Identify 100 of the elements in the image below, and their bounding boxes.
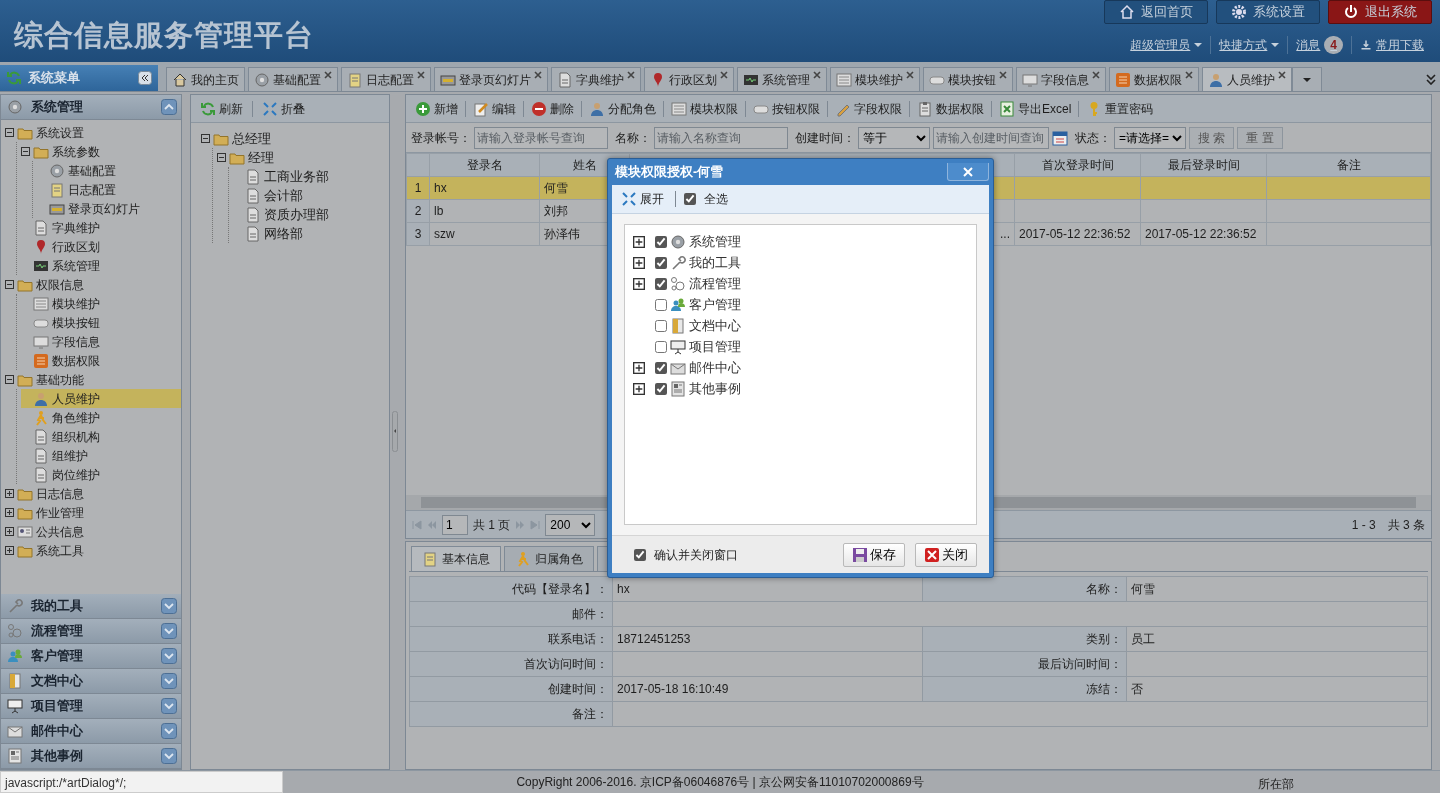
tree-item[interactable]: 基础功能 <box>5 370 181 389</box>
tree-toggle[interactable] <box>5 546 14 555</box>
tab[interactable]: 行政区划 <box>644 67 734 91</box>
tab[interactable]: 字典维护 <box>551 67 641 91</box>
header-link[interactable]: 快捷方式 <box>1210 36 1288 54</box>
checkbox[interactable] <box>655 340 667 353</box>
accordion-header[interactable]: 其他事例 <box>1 744 181 769</box>
toolbar-button[interactable]: 按钮权限 <box>750 99 823 118</box>
expand-icon[interactable] <box>161 698 177 714</box>
messages-link[interactable]: 消息 4 <box>1287 36 1351 54</box>
tab[interactable]: 基础配置 <box>248 67 338 91</box>
tab[interactable]: 我的主页 <box>166 67 245 91</box>
tree-toggle[interactable] <box>21 147 30 156</box>
tree-item[interactable]: 我的工具 <box>633 252 976 273</box>
checkbox[interactable] <box>655 256 667 269</box>
tree-toggle[interactable] <box>5 508 14 517</box>
tree-item[interactable]: 登录页幻灯片 <box>37 199 181 218</box>
tree-item[interactable]: 数据权限 <box>21 351 181 370</box>
tree-toggle[interactable] <box>633 382 645 395</box>
tree-item[interactable]: 资质办理部 <box>233 205 389 224</box>
tree-toggle[interactable] <box>217 153 226 162</box>
toolbar-button[interactable]: 模块权限 <box>668 99 741 118</box>
tree-item[interactable]: 作业管理 <box>5 503 181 522</box>
input-field[interactable]: 请输入名称查询 <box>654 126 788 149</box>
toolbar-button[interactable]: 分配角色 <box>586 99 659 118</box>
tab[interactable]: 数据权限 <box>1109 67 1199 91</box>
tree-toggle[interactable] <box>633 235 645 248</box>
accordion-header[interactable]: 我的工具 <box>1 594 181 619</box>
tab[interactable]: 登录页幻灯片 <box>434 67 548 91</box>
tab[interactable]: 模块按钮 <box>923 67 1013 91</box>
checkbox[interactable] <box>655 235 667 248</box>
filter-button[interactable]: 重 置 <box>1237 126 1283 149</box>
close-icon[interactable] <box>534 71 542 79</box>
toolbar-button[interactable]: 新增 <box>412 99 461 118</box>
tree-item[interactable]: 字段信息 <box>21 332 181 351</box>
tree-item[interactable]: 系统管理 <box>21 256 181 275</box>
header-link[interactable]: 超级管理员 <box>1122 36 1211 54</box>
input-field[interactable]: 请输入登录帐号查询 <box>474 126 608 149</box>
tree-item[interactable]: 公共信息 <box>5 522 181 541</box>
tab[interactable]: 模块维护 <box>830 67 920 91</box>
close-icon[interactable] <box>999 71 1007 79</box>
checkbox[interactable] <box>655 319 667 332</box>
close-button[interactable] <box>947 163 989 181</box>
tree-item[interactable]: 会计部 <box>233 186 389 205</box>
tree-item[interactable]: 权限信息 <box>5 275 181 294</box>
accordion-header[interactable]: 系统管理 <box>1 95 181 120</box>
tree-toggle[interactable] <box>633 256 645 269</box>
close-icon[interactable] <box>1278 71 1286 79</box>
tree-item[interactable]: 日志配置 <box>37 180 181 199</box>
column-header[interactable]: 登录名 <box>429 153 540 177</box>
save-button[interactable]: 保存 <box>843 542 905 567</box>
close-icon[interactable] <box>813 71 821 79</box>
tree-item[interactable]: 基础配置 <box>37 161 181 180</box>
tree-item[interactable]: 人员维护 <box>21 389 181 408</box>
tree-item[interactable]: 模块按钮 <box>21 313 181 332</box>
toolbar-button[interactable]: 导出Excel <box>996 99 1075 118</box>
checkbox[interactable] <box>655 277 667 290</box>
logout-button[interactable]: 退出系统 <box>1328 0 1432 24</box>
input-field[interactable]: 请输入创建时间查询 <box>933 126 1049 149</box>
page-input[interactable]: 1 <box>442 514 468 535</box>
tree-item[interactable]: 文档中心 <box>633 315 976 336</box>
close-icon[interactable] <box>324 71 332 79</box>
column-header[interactable]: 最后登录时间 <box>1140 153 1267 177</box>
toolbar-button[interactable]: 重置密码 <box>1083 99 1157 118</box>
filter-button[interactable]: 搜 索 <box>1189 126 1235 149</box>
page-size-select[interactable]: 200 <box>545 513 596 536</box>
tree-toggle[interactable] <box>5 280 14 289</box>
tree-item[interactable]: 总经理 <box>201 129 389 148</box>
tab[interactable]: 人员维护 <box>1202 67 1292 91</box>
close-icon[interactable] <box>417 71 425 79</box>
tab-list-button[interactable] <box>1292 67 1322 91</box>
tree-item[interactable]: 角色维护 <box>21 408 181 427</box>
tree-item[interactable]: 组维护 <box>21 446 181 465</box>
tree-toggle[interactable] <box>633 361 645 374</box>
tree-item[interactable]: 网络部 <box>233 224 389 243</box>
select-all-checkbox[interactable] <box>684 193 696 205</box>
tree-item[interactable]: 经理 <box>217 148 389 167</box>
column-header[interactable]: 备注 <box>1266 153 1431 177</box>
expand-icon[interactable] <box>161 673 177 689</box>
tree-item[interactable]: 邮件中心 <box>633 357 976 378</box>
close-icon[interactable] <box>1185 71 1193 79</box>
tree-item[interactable]: 字典维护 <box>21 218 181 237</box>
tab[interactable]: 字段信息 <box>1016 67 1106 91</box>
tree-toggle[interactable] <box>5 527 14 536</box>
collapse-button[interactable]: 折叠 <box>259 99 308 118</box>
calendar-icon[interactable] <box>1052 129 1068 146</box>
tree-item[interactable]: 工商业务部 <box>233 167 389 186</box>
close-icon[interactable] <box>720 71 728 79</box>
expand-icon[interactable] <box>161 623 177 639</box>
toolbar-button[interactable]: 编辑 <box>470 99 519 118</box>
tree-item[interactable]: 日志信息 <box>5 484 181 503</box>
tree-item[interactable]: 系统参数 <box>21 142 181 161</box>
checkbox[interactable] <box>655 298 667 311</box>
tree-item[interactable]: 其他事例 <box>633 378 976 399</box>
column-header[interactable]: 首次登录时间 <box>1014 153 1141 177</box>
accordion-header[interactable]: 邮件中心 <box>1 719 181 744</box>
tree-toggle[interactable] <box>5 375 14 384</box>
collapse-panel-icon[interactable] <box>138 71 152 85</box>
tree-item[interactable]: 组织机构 <box>21 427 181 446</box>
expand-icon[interactable] <box>161 648 177 664</box>
